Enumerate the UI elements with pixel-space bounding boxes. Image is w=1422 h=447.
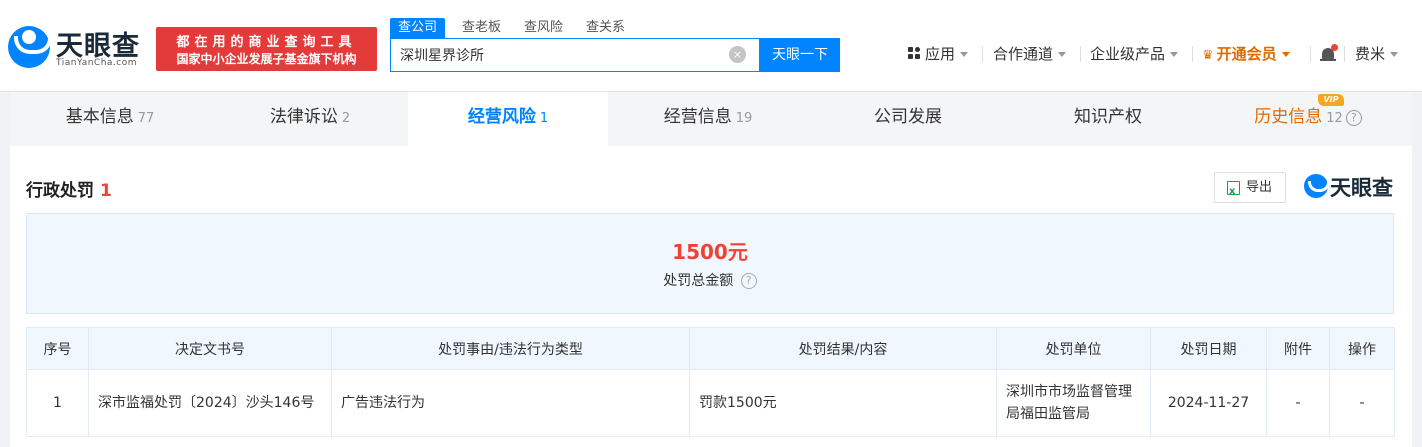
slogan-banner: 都在用的商业查询工具 国家中小企业发展子基金旗下机构 (156, 27, 377, 71)
nav-vip-label: 开通会员 (1216, 45, 1277, 63)
bell-icon[interactable] (1320, 44, 1338, 64)
tab-business-risk[interactable]: 经营风险 1 (408, 92, 608, 146)
tab-label: 经营风险 (467, 107, 536, 127)
search-box: × (390, 38, 760, 72)
penalty-result: 罚款1500元 (689, 369, 997, 437)
section-title-text: 行政处罚 (26, 181, 94, 201)
nav-partner[interactable]: 合作通道 (993, 44, 1067, 64)
slogan-line-2: 国家中小企业发展子基金旗下机构 (176, 52, 357, 66)
clear-icon[interactable]: × (729, 46, 746, 63)
nav-divider (1080, 46, 1081, 62)
tab-count: 2 (341, 111, 351, 126)
brand-text: 天眼查 (1330, 176, 1393, 200)
summary-label-text: 处罚总金额 (663, 273, 734, 289)
column-header: 处罚单位 (996, 327, 1151, 370)
slogan-line-1: 都在用的商业查询工具 (176, 35, 357, 50)
nav-vip[interactable]: ♛ 开通会员 (1202, 44, 1290, 64)
penalty-total-amount: 1500元 (672, 240, 748, 264)
search-button[interactable]: 天眼一下 (760, 38, 840, 72)
logo-domain: TianYanCha.com (56, 58, 138, 68)
export-button[interactable]: 导出 (1214, 172, 1286, 206)
export-label: 导出 (1246, 180, 1273, 195)
penalty-total-label: 处罚总金额 ? (27, 270, 1393, 290)
module-tabs: 基本信息 77 法律诉讼 2 经营风险 1 经营信息 19 公司发展 知识产权 历史信息… (10, 92, 1412, 146)
tab-count: 1 (539, 111, 549, 126)
column-header: 序号 (26, 327, 89, 370)
crown-icon: ♛ (1202, 48, 1214, 63)
tab-label: 知识产权 (1074, 107, 1142, 127)
column-header: 决定文书号 (88, 327, 332, 370)
tab-label: 历史信息 (1254, 107, 1323, 127)
nav-divider (1310, 46, 1311, 62)
decision-doc-number[interactable]: 深市监福处罚〔2024〕沙头146号 (88, 369, 332, 437)
tab-label: 经营信息 (663, 107, 732, 127)
nav-divider (1344, 46, 1345, 62)
nav-user[interactable]: 费米 (1355, 44, 1399, 64)
search-input[interactable] (391, 39, 721, 71)
tab-count: 12 (1326, 111, 1343, 126)
action-cell: - (1329, 369, 1395, 437)
column-header: 处罚结果/内容 (689, 327, 997, 370)
penalty-summary: 1500元 处罚总金额 ? (26, 213, 1394, 314)
tab-legal[interactable]: 法律诉讼 2 (210, 92, 410, 146)
column-header: 操作 (1329, 327, 1395, 370)
tab-basic-info[interactable]: 基本信息 77 (10, 92, 210, 146)
search-tab-company[interactable]: 查公司 (390, 18, 446, 38)
nav-apps[interactable]: 应用 (908, 44, 969, 64)
attachment-cell: - (1266, 369, 1330, 437)
column-header: 处罚事由/违法行为类型 (331, 327, 690, 370)
chevron-down-icon (1170, 52, 1179, 57)
chevron-down-icon (1058, 52, 1067, 57)
tianyancha-logo[interactable]: 天眼查 TianYanCha.com (8, 24, 148, 72)
nav-divider (1192, 46, 1193, 62)
nav-partner-label: 合作通道 (993, 45, 1054, 63)
table-row: 1 深市监福处罚〔2024〕沙头146号 广告违法行为 罚款1500元 深圳市市… (26, 369, 1395, 437)
notification-dot (1331, 44, 1338, 51)
column-header: 处罚日期 (1150, 327, 1267, 370)
vip-badge: VIP (1318, 94, 1344, 106)
tab-count: 19 (735, 111, 753, 126)
search-tab-boss[interactable]: 查老板 (462, 18, 501, 38)
excel-icon (1227, 177, 1240, 206)
admin-penalty-panel: 行政处罚 1 导出 天眼查 1500元 处罚总金额 ? 序号 决定文书号 处罚事由… (10, 146, 1412, 447)
eye-logo-icon (1304, 174, 1330, 198)
nav-apps-label: 应用 (925, 45, 956, 63)
nav-user-label: 费米 (1355, 45, 1386, 63)
search-tab-risk[interactable]: 查风险 (524, 18, 563, 38)
tab-development[interactable]: 公司发展 (808, 92, 1008, 146)
tab-label: 公司发展 (874, 107, 942, 127)
tab-history[interactable]: 历史信息 12? (1208, 92, 1408, 146)
nav-enterprise[interactable]: 企业级产品 (1090, 44, 1179, 64)
section-count: 1 (100, 181, 112, 201)
top-header: 天眼查 TianYanCha.com 都在用的商业查询工具 国家中小企业发展子基… (0, 0, 1422, 92)
penalty-table: 序号 决定文书号 处罚事由/违法行为类型 处罚结果/内容 处罚单位 处罚日期 附… (26, 327, 1395, 437)
nav-enterprise-label: 企业级产品 (1090, 45, 1166, 63)
nav-divider (982, 46, 983, 62)
chevron-down-icon (1281, 52, 1290, 57)
tab-ip[interactable]: 知识产权 (1008, 92, 1208, 146)
penalty-reason: 广告违法行为 (331, 369, 690, 437)
search-tab-relation[interactable]: 查关系 (586, 18, 625, 38)
section-title: 行政处罚 1 (26, 176, 112, 201)
table-header-row: 序号 决定文书号 处罚事由/违法行为类型 处罚结果/内容 处罚单位 处罚日期 附… (26, 327, 1395, 370)
eye-logo-icon (8, 26, 52, 68)
help-icon[interactable]: ? (1345, 110, 1362, 126)
column-header: 附件 (1266, 327, 1330, 370)
tab-label: 基本信息 (65, 107, 134, 127)
help-icon[interactable]: ? (740, 273, 757, 289)
row-index: 1 (26, 369, 89, 437)
penalty-authority: 深圳市市场监督管理局福田监管局 (996, 369, 1151, 437)
chevron-down-icon (1390, 52, 1399, 57)
penalty-date: 2024-11-27 (1150, 369, 1267, 437)
tab-business-info[interactable]: 经营信息 19 (608, 92, 808, 146)
tab-count: 77 (137, 111, 155, 126)
grid-icon (908, 47, 921, 60)
tab-label: 法律诉讼 (269, 107, 338, 127)
chevron-down-icon (960, 52, 969, 57)
